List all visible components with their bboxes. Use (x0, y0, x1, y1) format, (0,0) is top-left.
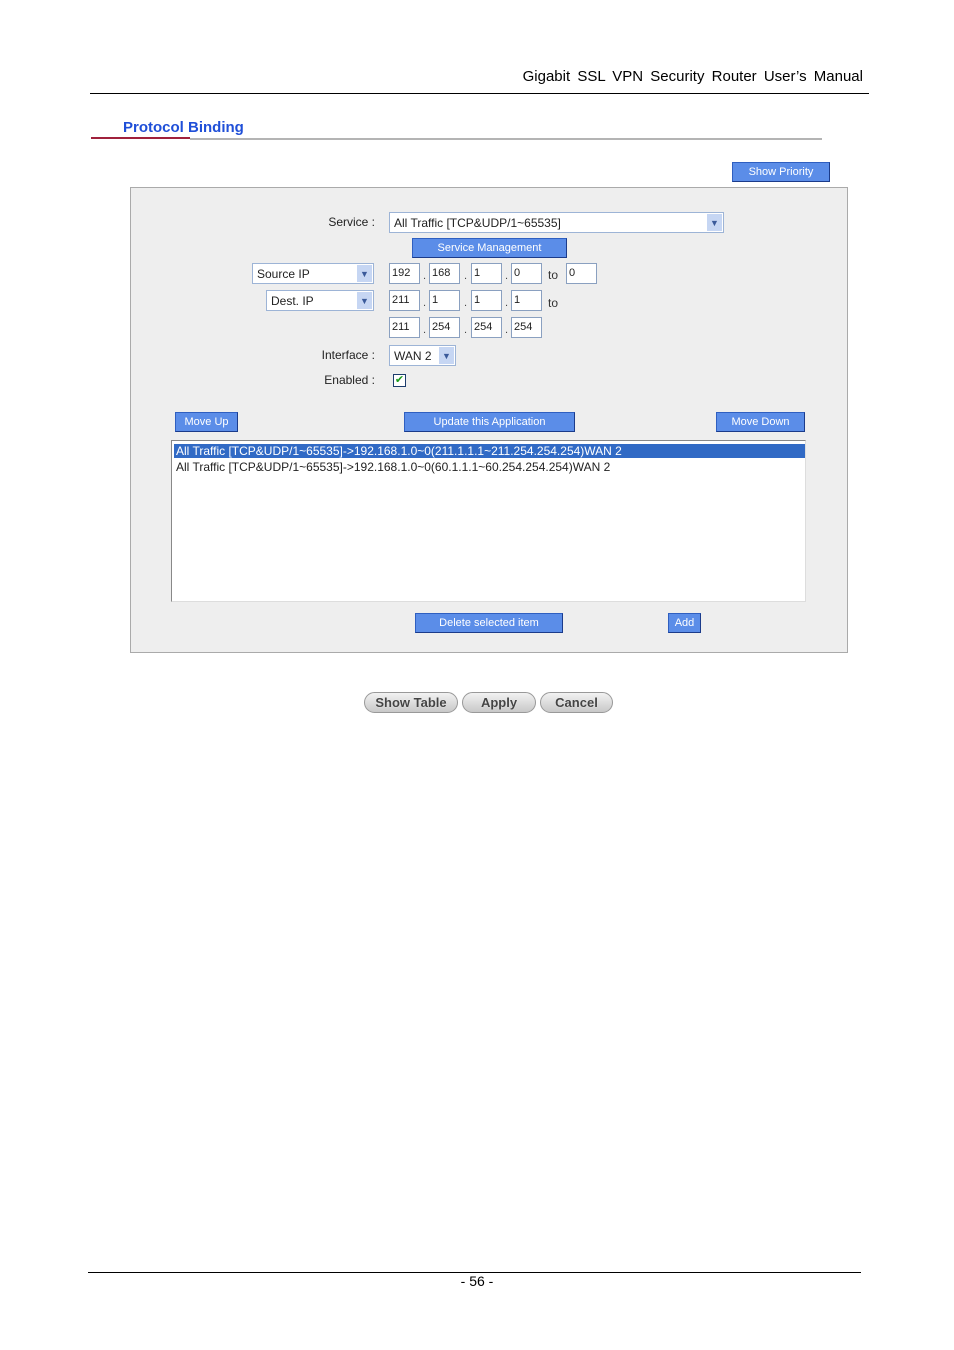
chevron-down-icon: ▼ (707, 214, 722, 231)
dot-separator: . (505, 270, 509, 282)
interface-label: Interface : (321, 348, 375, 362)
add-button[interactable]: Add (668, 613, 701, 633)
enabled-label: Enabled : (324, 373, 375, 387)
source-ip-octet-2[interactable]: 168 (429, 263, 460, 284)
document-header: Gigabit SSL VPN Security Router User’s M… (522, 68, 863, 85)
enabled-checkbox[interactable]: ✔ (393, 374, 406, 387)
service-label: Service : (328, 215, 375, 229)
interface-select[interactable]: WAN 2 ▼ (389, 345, 456, 366)
to-label: to (548, 296, 559, 310)
dot-separator: . (423, 324, 427, 336)
source-ip-octet-1[interactable]: 192 (389, 263, 420, 284)
page-number: - 56 - (460, 1273, 494, 1289)
dest-ip-from-octet-3[interactable]: 1 (471, 290, 502, 311)
dot-separator: . (505, 297, 509, 309)
chevron-down-icon: ▼ (357, 265, 372, 282)
source-type-value: Source IP (257, 266, 310, 281)
dot-separator: . (505, 324, 509, 336)
list-item[interactable]: All Traffic [TCP&UDP/1~65535]->192.168.1… (174, 444, 805, 458)
dot-separator: . (423, 270, 427, 282)
list-item[interactable]: All Traffic [TCP&UDP/1~65535]->192.168.1… (174, 460, 805, 474)
cancel-button[interactable]: Cancel (540, 692, 613, 713)
dot-separator: . (464, 324, 468, 336)
header-divider (90, 93, 869, 94)
title-underline-accent (91, 137, 190, 139)
source-type-select[interactable]: Source IP ▼ (252, 263, 374, 284)
dest-type-select[interactable]: Dest. IP ▼ (266, 290, 374, 311)
section-title: Protocol Binding (123, 119, 244, 136)
source-ip-octet-3[interactable]: 1 (471, 263, 502, 284)
chevron-down-icon: ▼ (439, 347, 454, 364)
dest-type-value: Dest. IP (271, 293, 314, 308)
dest-ip-from-octet-1[interactable]: 211 (389, 290, 420, 311)
service-value: All Traffic [TCP&UDP/1~65535] (394, 215, 561, 230)
dest-ip-to-octet-1[interactable]: 211 (389, 317, 420, 338)
dot-separator: . (464, 297, 468, 309)
source-ip-octet-4[interactable]: 0 (511, 263, 542, 284)
apply-button[interactable]: Apply (462, 692, 536, 713)
update-application-button[interactable]: Update this Application (404, 412, 575, 432)
show-priority-button[interactable]: Show Priority (732, 162, 830, 182)
show-table-button[interactable]: Show Table (364, 692, 458, 713)
checkmark-icon: ✔ (394, 374, 405, 386)
manual-page: Gigabit SSL VPN Security Router User’s M… (0, 0, 954, 1350)
service-select[interactable]: All Traffic [TCP&UDP/1~65535] ▼ (389, 212, 724, 233)
service-management-button[interactable]: Service Management (412, 238, 567, 258)
to-label: to (548, 268, 559, 282)
dest-ip-from-octet-4[interactable]: 1 (511, 290, 542, 311)
title-underline (190, 138, 822, 140)
move-down-button[interactable]: Move Down (716, 412, 805, 432)
chevron-down-icon: ▼ (357, 292, 372, 309)
dest-ip-to-octet-2[interactable]: 254 (429, 317, 460, 338)
dest-ip-to-octet-3[interactable]: 254 (471, 317, 502, 338)
move-up-button[interactable]: Move Up (175, 412, 238, 432)
dest-ip-to-octet-4[interactable]: 254 (511, 317, 542, 338)
source-ip-to[interactable]: 0 (566, 263, 597, 284)
dot-separator: . (464, 270, 468, 282)
dest-ip-from-octet-2[interactable]: 1 (429, 290, 460, 311)
delete-selected-button[interactable]: Delete selected item (415, 613, 563, 633)
dot-separator: . (423, 297, 427, 309)
interface-value: WAN 2 (394, 348, 432, 363)
binding-list[interactable]: All Traffic [TCP&UDP/1~65535]->192.168.1… (171, 440, 806, 602)
